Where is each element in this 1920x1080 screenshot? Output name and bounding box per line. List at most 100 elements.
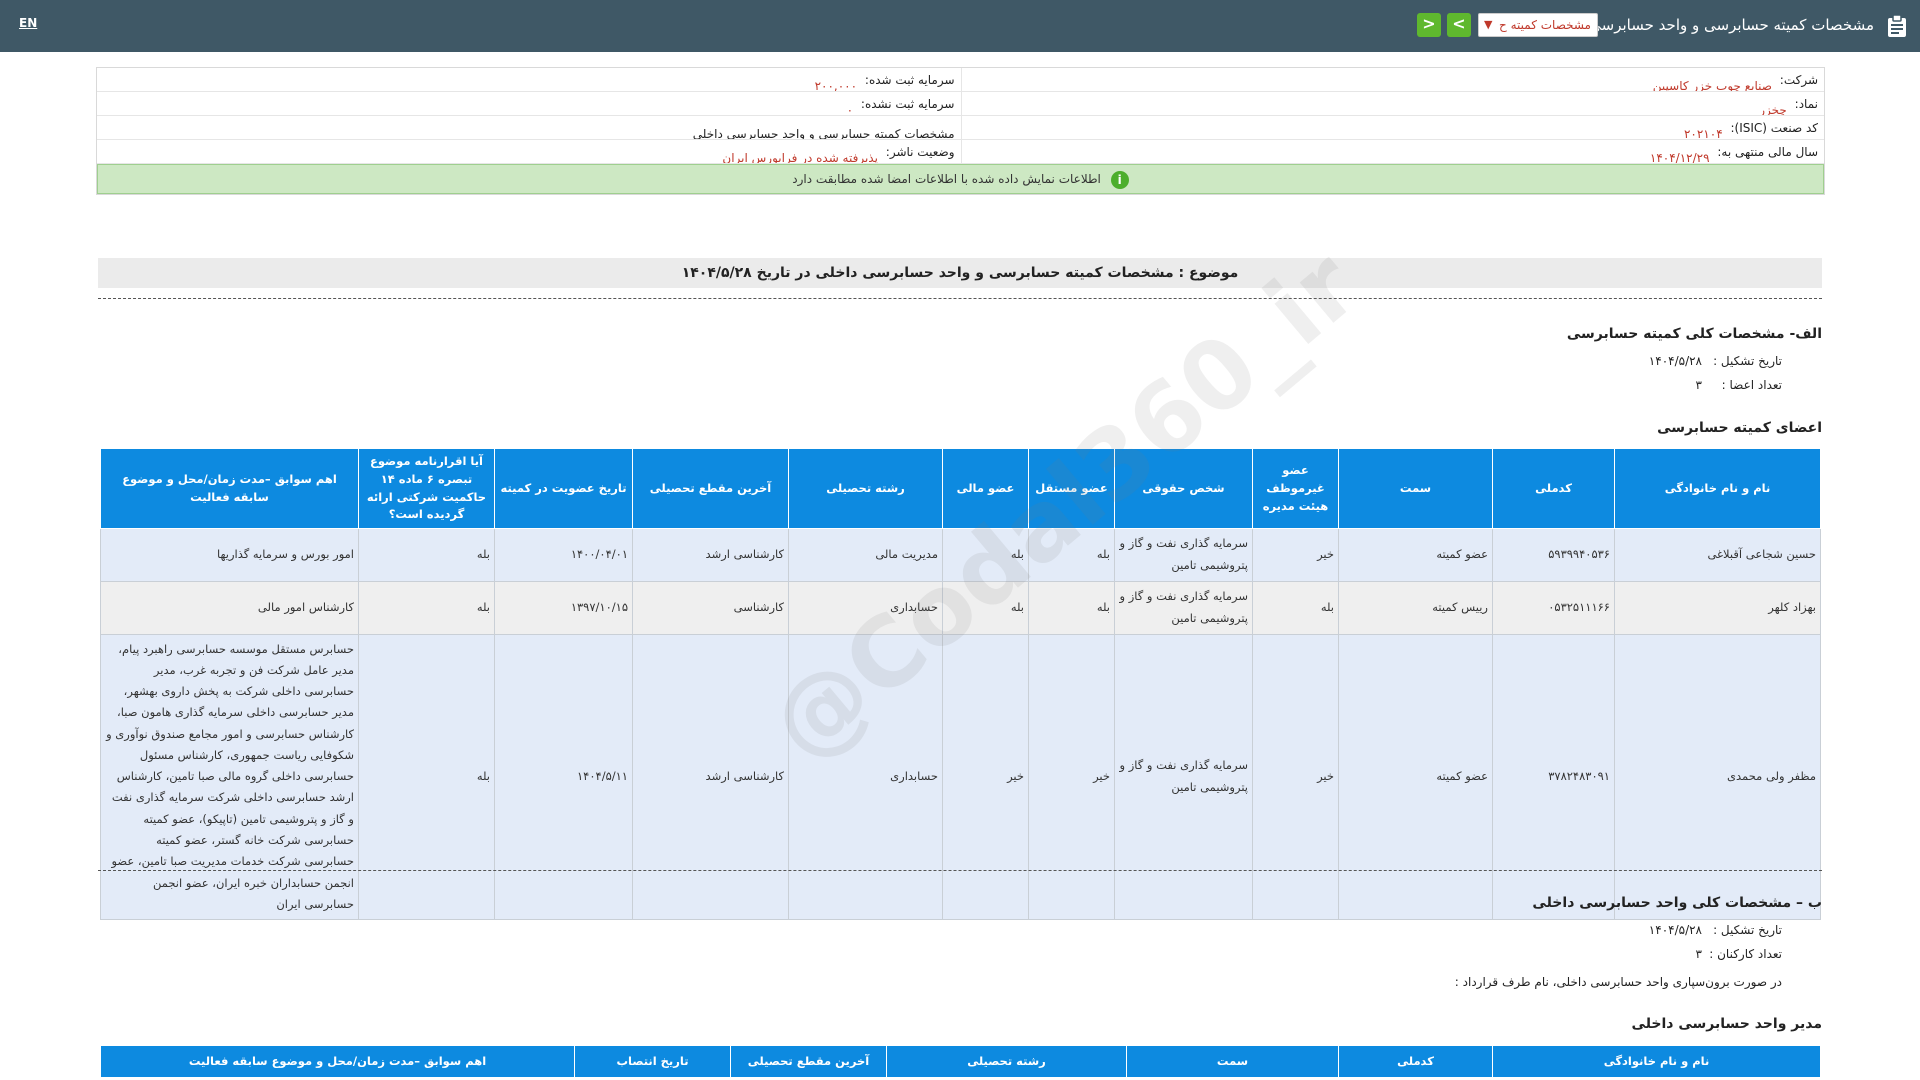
member-experience: کارشناس امور مالی: [100, 580, 359, 635]
member-experience: حسابرس مستقل موسسه حسابرسی راهبرد پیام، …: [100, 633, 359, 921]
col-header: آیا اقرارنامه موضوع تبصره ۶ ماده ۱۴ حاکم…: [358, 447, 495, 530]
info-row: کد صنعت (ISIC): ۲۰۲۱۰۴ مشخصات کمیته حساب…: [97, 116, 1824, 140]
capital-unregistered-cell: سرمایه ثبت نشده: ۰: [97, 92, 961, 115]
col-header: عضو غیرموظف هیئت مدیره: [1252, 447, 1339, 530]
member-name: حسین شجاعی آقبلاغی: [1614, 528, 1821, 582]
company-value[interactable]: صنایع چوب خزر کاسپین: [1653, 79, 1772, 91]
table-row: بهزاد کلهر ۰۵۳۲۵۱۱۱۶۶ رییس کمیته بله سرم…: [100, 580, 1821, 635]
member-financial: بله: [942, 528, 1029, 582]
manager-table-header: نام و نام خانوادگی کدملی سمت رشته تحصیلی…: [100, 1045, 1821, 1078]
capital-unregistered-value: ۰: [846, 103, 854, 115]
report-type-value: مشخصات کمیته حسابرسی و واحد حسابرسی داخل…: [692, 127, 955, 139]
subject-heading: موضوع : مشخصات کمیته حسابرسی و واحد حساب…: [98, 258, 1822, 288]
committee-formation-value: ۱۴۰۴/۵/۲۸: [1648, 354, 1702, 368]
members-count-label: تعداد اعضا :: [1721, 378, 1782, 392]
capital-registered-value: ۲۰۰,۰۰۰: [814, 79, 858, 91]
capital-registered-label: سرمایه ثبت شده:: [864, 73, 955, 87]
col-header: عضو مالی: [942, 447, 1029, 530]
member-declaration: بله: [358, 528, 495, 582]
staff-count-value: ۳: [1695, 947, 1702, 961]
verification-notice: i اطلاعات نمایش داده شده با اطلاعات امضا…: [97, 164, 1824, 194]
fiscal-year-cell: سال مالی منتهی به: ۱۴۰۴/۱۲/۲۹: [960, 140, 1825, 163]
next-button[interactable]: >: [1447, 13, 1471, 37]
publisher-status-label: وضعیت ناشر:: [885, 145, 955, 159]
capital-unregistered-label: سرمایه ثبت نشده:: [860, 97, 955, 111]
member-position: عضو کمیته: [1338, 528, 1493, 582]
company-cell: شرکت: صنایع چوب خزر کاسپین: [960, 68, 1825, 91]
company-info-box: شرکت: صنایع چوب خزر کاسپین سرمایه ثبت شد…: [96, 67, 1825, 195]
member-national-id: ۰۵۳۲۵۱۱۱۶۶: [1492, 580, 1615, 635]
publisher-status-cell: وضعیت ناشر: پذیرفته شده در فرابورس ایران: [97, 140, 961, 163]
unit-formation-value: ۱۴۰۴/۵/۲۸: [1648, 923, 1702, 937]
col-header: تاریخ عضویت در کمیته: [494, 447, 633, 530]
clipboard-icon: [1888, 14, 1906, 37]
info-icon: i: [1110, 170, 1129, 189]
info-row: شرکت: صنایع چوب خزر کاسپین سرمایه ثبت شد…: [97, 68, 1824, 92]
member-name: مظفر ولی محمدی: [1614, 633, 1821, 921]
member-non-executive: خیر: [1252, 633, 1339, 921]
member-financial: بله: [942, 580, 1029, 635]
member-independent: خیر: [1028, 633, 1115, 921]
capital-registered-cell: سرمایه ثبت شده: ۲۰۰,۰۰۰: [97, 68, 961, 91]
member-field: مدیریت مالی: [788, 528, 943, 582]
publisher-status-value: پذیرفته شده در فرابورس ایران: [722, 151, 878, 163]
member-degree: کارشناسی: [632, 580, 789, 635]
member-national-id: ۳۷۸۲۴۸۳۰۹۱: [1492, 633, 1615, 921]
member-independent: بله: [1028, 580, 1115, 635]
member-non-executive: بله: [1252, 580, 1339, 635]
isic-label: کد صنعت (ISIC):: [1730, 121, 1818, 135]
info-row: سال مالی منتهی به: ۱۴۰۴/۱۲/۲۹ وضعیت ناشر…: [97, 140, 1824, 164]
report-type-cell: مشخصات کمیته حسابرسی و واحد حسابرسی داخل…: [97, 116, 961, 139]
col-header: شخص حقوقی: [1114, 447, 1253, 530]
manager-table: نام و نام خانوادگی کدملی سمت رشته تحصیلی…: [100, 1045, 1821, 1078]
fiscal-year-value: ۱۴۰۴/۱۲/۲۹: [1649, 151, 1710, 163]
manager-title: مدیر واحد حسابرسی داخلی: [1631, 1016, 1822, 1032]
fiscal-year-label: سال مالی منتهی به:: [1717, 145, 1818, 159]
isic-value: ۲۰۲۱۰۴: [1683, 127, 1723, 139]
col-header: سمت: [1338, 447, 1493, 530]
staff-count-label: تعداد کارکنان :: [1709, 947, 1782, 961]
outsourcing-label: در صورت برون‌سپاری واحد حسابرسی داخلی، ن…: [1454, 975, 1782, 989]
member-field: حسابداری: [788, 580, 943, 635]
col-header: عضو مستقل: [1028, 447, 1115, 530]
members-count-value: ۳: [1695, 378, 1702, 392]
language-switch[interactable]: EN: [19, 16, 37, 30]
col-header: اهم سوابق –مدت زمان/محل و موضوع سابقه فع…: [100, 447, 359, 530]
member-legal-entity: سرمایه گذاری نفت و گاز و پتروشیمی تامین: [1114, 528, 1253, 582]
info-row: نماد: چخزر سرمایه ثبت نشده: ۰: [97, 92, 1824, 116]
col-header: تاریخ انتصاب: [574, 1045, 731, 1078]
report-select[interactable]: مشخصات کمیته ح ▼: [1478, 13, 1598, 37]
top-header-bar: مشخصات کمیته حسابرسی و واحد حسابرسی داخل…: [0, 0, 1920, 52]
member-legal-entity: سرمایه گذاری نفت و گاز و پتروشیمی تامین: [1114, 633, 1253, 921]
divider: [98, 298, 1822, 299]
member-degree: کارشناسی ارشد: [632, 633, 789, 921]
member-legal-entity: سرمایه گذاری نفت و گاز و پتروشیمی تامین: [1114, 580, 1253, 635]
members-title: اعضای کمیته حسابرسی: [1657, 420, 1822, 436]
col-header: نام و نام خانوادگی: [1492, 1045, 1821, 1078]
symbol-value[interactable]: چخزر: [1759, 103, 1787, 115]
col-header: آخرین مقطع تحصیلی: [632, 447, 789, 530]
member-name: بهزاد کلهر: [1614, 580, 1821, 635]
section-a-title: الف- مشخصات کلی کمیته حسابرسی: [1566, 326, 1822, 342]
member-join-date: ۱۴۰۴/۵/۱۱: [494, 633, 633, 921]
member-national-id: ۵۹۳۹۹۴۰۵۳۶: [1492, 528, 1615, 582]
member-join-date: ۱۳۹۷/۱۰/۱۵: [494, 580, 633, 635]
table-row: مظفر ولی محمدی ۳۷۸۲۴۸۳۰۹۱ عضو کمیته خیر …: [100, 633, 1821, 921]
committee-formation-label: تاریخ تشکیل :: [1713, 354, 1782, 368]
unit-formation-label: تاریخ تشکیل :: [1713, 923, 1782, 937]
verification-notice-text: اطلاعات نمایش داده شده با اطلاعات امضا ش…: [792, 172, 1101, 186]
col-header: اهم سوابق –مدت زمان/محل و موضوع سابقه فع…: [100, 1045, 575, 1078]
col-header: سمت: [1126, 1045, 1339, 1078]
col-header: کدملی: [1492, 447, 1615, 530]
report-select-value: مشخصات کمیته ح: [1499, 18, 1591, 32]
chevron-down-icon: ▼: [1484, 18, 1493, 31]
member-experience: امور بورس و سرمایه گذاریها: [100, 528, 359, 582]
member-independent: بله: [1028, 528, 1115, 582]
section-b-title: ب – مشخصات کلی واحد حسابرسی داخلی: [1532, 895, 1822, 911]
symbol-cell: نماد: چخزر: [960, 92, 1825, 115]
member-non-executive: خیر: [1252, 528, 1339, 582]
members-table: نام و نام خانوادگی کدملی سمت عضو غیرموظف…: [100, 447, 1821, 921]
member-join-date: ۱۴۰۰/۰۴/۰۱: [494, 528, 633, 582]
previous-button[interactable]: <: [1417, 13, 1441, 37]
col-header: رشته تحصیلی: [788, 447, 943, 530]
